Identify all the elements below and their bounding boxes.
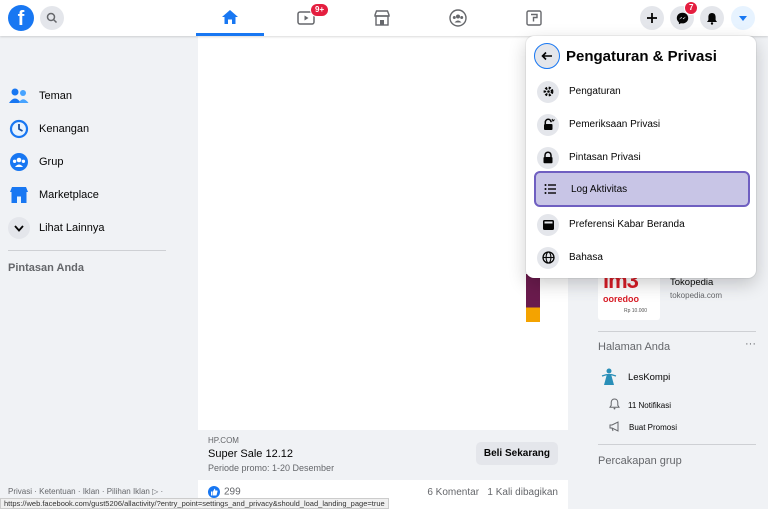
page-name: LesKompi: [628, 372, 671, 383]
messenger-badge: 7: [684, 1, 699, 15]
friends-icon: [8, 85, 30, 107]
pages-more-button[interactable]: ···: [745, 338, 756, 350]
list-icon: [539, 178, 561, 200]
menu-item-label: Bahasa: [569, 252, 603, 263]
tab-home[interactable]: [196, 0, 264, 36]
menu-item-activity-log[interactable]: Log Aktivitas: [534, 171, 750, 207]
buy-now-button[interactable]: Beli Sekarang: [475, 442, 558, 465]
menu-item-label: Preferensi Kabar Beranda: [569, 219, 685, 230]
tab-groups[interactable]: [424, 0, 492, 36]
menu-item-label: Pintasan Privasi: [569, 152, 641, 163]
account-menu-button[interactable]: [731, 6, 755, 30]
sponsor-url[interactable]: tokopedia.com: [670, 291, 722, 300]
home-icon: [222, 9, 238, 24]
page-notifications[interactable]: 11 Notifikasi: [609, 398, 671, 412]
menu-item-news-feed-preferences[interactable]: Preferensi Kabar Beranda: [534, 208, 750, 241]
left-sidebar: Teman Kenangan Grup Marketplace Lihat La…: [0, 36, 180, 509]
your-pages-heading: Halaman Anda: [598, 341, 671, 353]
menu-item-privacy-checkup[interactable]: Pemeriksaan Privasi: [534, 108, 750, 141]
menu-item-privacy-shortcuts[interactable]: Pintasan Privasi: [534, 141, 750, 174]
notifications-text: 11 Notifikasi: [628, 400, 671, 410]
sponsor-name[interactable]: Tokopedia: [670, 277, 713, 288]
create-button[interactable]: [640, 6, 664, 30]
sidebar-divider: [8, 250, 166, 251]
promote-text: Buat Promosi: [629, 423, 678, 432]
menu-item-language[interactable]: Bahasa: [534, 241, 750, 274]
reaction-summary: 299 6 Komentar 1 Kali dibagikan: [208, 486, 558, 498]
gaming-icon: [526, 10, 542, 26]
likes-count-group[interactable]: 299: [208, 486, 241, 498]
chevron-down-icon: [8, 217, 30, 239]
facebook-logo[interactable]: f: [8, 5, 34, 31]
arrow-left-icon: [541, 51, 552, 61]
sidebar-item-label: Teman: [39, 90, 73, 102]
sponsor-image-price: Rp 10.000: [624, 308, 648, 314]
feed-icon: [537, 213, 559, 236]
browser-status-url: https://web.facebook.com/gust5206/allact…: [0, 498, 389, 509]
engagement-counts: 6 Komentar 1 Kali dibagikan: [427, 487, 558, 498]
sidebar-item-label: Marketplace: [39, 189, 99, 201]
memories-icon: [8, 118, 30, 140]
sidebar-item-label: Grup: [39, 156, 64, 168]
create-promotion[interactable]: Buat Promosi: [609, 421, 677, 434]
bell-icon: [707, 12, 717, 25]
top-navigation-bar: f 9+ 7: [0, 0, 768, 36]
lock-icon: [537, 146, 559, 169]
back-button[interactable]: [534, 43, 560, 69]
shares-count[interactable]: 1 Kali dibagikan: [487, 487, 558, 498]
sponsor-image-subtext: ooredoo: [603, 294, 639, 304]
shortcuts-heading: Pintasan Anda: [8, 262, 84, 274]
panel-header: Pengaturan & Privasi: [534, 43, 717, 69]
sidebar-item-label: Lihat Lainnya: [39, 222, 105, 234]
feed-post-card: HP.COM Super Sale 12.12 Periode promo: 1…: [198, 36, 568, 509]
megaphone-icon: [609, 421, 621, 434]
footer-links[interactable]: Privasi · Ketentuan · Iklan · Pilihan Ik…: [8, 487, 163, 496]
sidebar-item-label: Kenangan: [39, 123, 90, 135]
ad-image-fragment: [526, 274, 540, 322]
tab-gaming[interactable]: [500, 0, 568, 36]
plus-icon: [647, 13, 657, 23]
likes-count: 299: [224, 486, 241, 498]
groups-icon: [8, 151, 30, 173]
bell-icon: [609, 398, 620, 412]
watch-badge: 9+: [310, 3, 330, 17]
lock-check-icon: [537, 113, 559, 136]
sidebar-item-memories[interactable]: Kenangan: [8, 114, 89, 144]
sidebar-item-marketplace[interactable]: Marketplace: [8, 180, 99, 210]
messenger-button[interactable]: 7: [670, 1, 699, 30]
like-icon: [208, 486, 220, 498]
gear-icon: [537, 80, 559, 103]
search-button[interactable]: [40, 6, 64, 30]
sidebar-item-friends[interactable]: Teman: [8, 81, 72, 111]
search-icon: [46, 12, 58, 24]
menu-item-settings[interactable]: Pengaturan: [534, 75, 750, 108]
right-divider: [598, 444, 756, 445]
ad-info[interactable]: HP.COM Super Sale 12.12 Periode promo: 1…: [198, 430, 568, 480]
settings-privacy-menu: Pengaturan & Privasi Pengaturan Pemeriks…: [526, 36, 756, 278]
marketplace-icon: [8, 184, 30, 206]
panel-title: Pengaturan & Privasi: [566, 47, 717, 65]
store-icon: [374, 10, 390, 26]
globe-icon: [537, 246, 559, 269]
menu-item-label: Pengaturan: [569, 86, 621, 97]
tab-watch[interactable]: 9+: [272, 0, 340, 36]
page-item-leskompi[interactable]: LesKompi: [598, 365, 670, 390]
comments-count[interactable]: 6 Komentar: [427, 487, 479, 498]
caret-down-icon: [739, 15, 747, 21]
right-divider: [598, 331, 756, 332]
notifications-button[interactable]: [700, 6, 724, 30]
menu-item-label: Pemeriksaan Privasi: [569, 119, 661, 130]
tab-marketplace[interactable]: [348, 0, 416, 36]
group-chats-heading: Percakapan grup: [598, 455, 682, 467]
sidebar-item-see-more[interactable]: Lihat Lainnya: [8, 213, 104, 243]
sidebar-item-groups[interactable]: Grup: [8, 147, 63, 177]
menu-item-label: Log Aktivitas: [571, 183, 628, 195]
page-avatar-icon: [598, 365, 620, 390]
groups-icon: [449, 9, 467, 27]
